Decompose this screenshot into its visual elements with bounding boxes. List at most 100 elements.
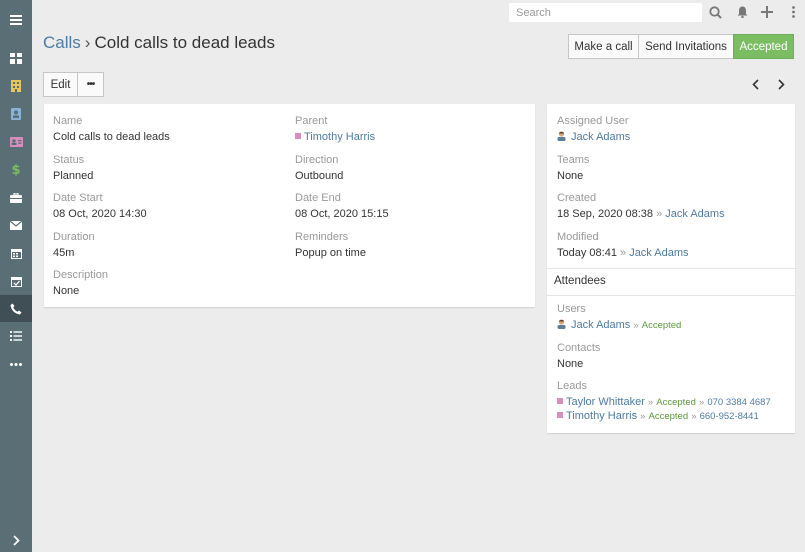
meetings-icon[interactable] bbox=[0, 269, 32, 293]
contacts-icon[interactable] bbox=[0, 102, 32, 126]
assigned-user-label: Assigned User bbox=[557, 115, 629, 127]
date-start-field: Date Start 08 Oct, 2020 14:30 bbox=[53, 192, 147, 221]
user-avatar-icon bbox=[557, 319, 566, 329]
duration-field: Duration 45m bbox=[53, 231, 95, 260]
calls-icon[interactable] bbox=[0, 295, 32, 322]
attendee-user-separator: » bbox=[633, 320, 639, 331]
emails-icon[interactable] bbox=[0, 213, 32, 237]
sidebar: $ bbox=[0, 0, 32, 552]
direction-label: Direction bbox=[295, 154, 339, 166]
teams-field: Teams None bbox=[557, 154, 589, 183]
name-value: Cold calls to dead leads bbox=[53, 131, 170, 143]
date-end-field: Date End 08 Oct, 2020 15:15 bbox=[295, 192, 389, 221]
edit-button[interactable]: Edit bbox=[43, 72, 78, 97]
status-field: Status Planned bbox=[53, 154, 93, 183]
reminders-field: Reminders Popup on time bbox=[295, 231, 366, 260]
modified-date: Today 08:41 bbox=[557, 247, 617, 259]
call-details-panel: Name Cold calls to dead leads Parent Tim… bbox=[44, 104, 535, 307]
tasks-icon[interactable] bbox=[0, 324, 32, 348]
previous-record-icon[interactable] bbox=[746, 75, 764, 93]
lead-separator: » bbox=[691, 411, 697, 422]
reminders-label: Reminders bbox=[295, 231, 349, 243]
contacts-field: Contacts None bbox=[557, 342, 600, 371]
lead-separator: » bbox=[647, 397, 654, 408]
lead-square-icon bbox=[295, 133, 301, 139]
date-end-label: Date End bbox=[295, 192, 341, 204]
attendees-divider bbox=[547, 268, 795, 269]
parent-field: Parent Timothy Harris bbox=[295, 115, 375, 144]
menu-icon[interactable] bbox=[0, 8, 32, 32]
breadcrumb-separator: › bbox=[84, 33, 91, 52]
duration-value: 45m bbox=[53, 247, 75, 259]
lead-link[interactable]: Timothy Harris bbox=[566, 410, 637, 422]
lead-link[interactable]: Taylor Whittaker bbox=[566, 396, 645, 408]
make-call-button[interactable]: Make a call bbox=[568, 34, 639, 59]
more-actions-button[interactable]: ••• bbox=[77, 72, 104, 97]
contacts-value: None bbox=[557, 358, 584, 370]
reminders-value: Popup on time bbox=[295, 247, 366, 259]
calendar-icon[interactable] bbox=[0, 241, 32, 265]
attendee-user-link[interactable]: Jack Adams bbox=[571, 319, 630, 331]
global-search-input[interactable] bbox=[509, 3, 702, 22]
duration-label: Duration bbox=[53, 231, 95, 243]
next-record-icon[interactable] bbox=[772, 75, 790, 93]
lead-separator: » bbox=[698, 397, 705, 408]
description-value: None bbox=[53, 285, 80, 297]
lead-phone-link[interactable]: 660-952-8441 bbox=[700, 411, 759, 422]
lead-square-icon bbox=[557, 398, 563, 404]
breadcrumb-calls-link[interactable]: Calls bbox=[43, 33, 81, 52]
accounts-icon[interactable] bbox=[0, 74, 32, 98]
description-field: Description None bbox=[53, 269, 108, 298]
lead-item: Timothy Harris » Accepted » 660-952-8441 bbox=[557, 410, 771, 423]
status-value: Planned bbox=[53, 170, 94, 182]
opportunities-icon[interactable]: $ bbox=[0, 158, 32, 182]
search-icon[interactable] bbox=[706, 3, 724, 21]
dashboard-icon[interactable] bbox=[0, 46, 32, 70]
created-by-link[interactable]: Jack Adams bbox=[665, 208, 724, 220]
more-icon[interactable] bbox=[0, 352, 32, 376]
lead-status: Accepted bbox=[648, 411, 689, 422]
parent-link[interactable]: Timothy Harris bbox=[304, 131, 375, 143]
user-avatar-icon bbox=[557, 131, 566, 141]
send-invitations-button[interactable]: Send Invitations bbox=[638, 34, 734, 59]
date-end-value: 08 Oct, 2020 15:15 bbox=[295, 208, 389, 220]
cases-icon[interactable] bbox=[0, 186, 32, 210]
bell-icon[interactable] bbox=[733, 3, 751, 21]
leads-field: Leads Taylor Whittaker » Accepted » 070 … bbox=[557, 380, 771, 423]
assigned-user-link[interactable]: Jack Adams bbox=[571, 131, 630, 143]
assigned-user-field: Assigned User Jack Adams bbox=[557, 115, 630, 144]
created-separator: » bbox=[656, 208, 663, 220]
created-label: Created bbox=[557, 192, 597, 204]
created-date: 18 Sep, 2020 08:38 bbox=[557, 208, 654, 220]
lead-separator: » bbox=[640, 411, 646, 422]
leads-label: Leads bbox=[557, 380, 587, 392]
modified-label: Modified bbox=[557, 231, 599, 243]
users-label: Users bbox=[557, 303, 586, 315]
breadcrumb: Calls › Cold calls to dead leads bbox=[43, 33, 275, 53]
name-label: Name bbox=[53, 115, 83, 127]
parent-label: Parent bbox=[295, 115, 328, 127]
teams-value: None bbox=[557, 170, 584, 182]
teams-label: Teams bbox=[557, 154, 590, 166]
created-field: Created 18 Sep, 2020 08:38 » Jack Adams bbox=[557, 192, 725, 221]
users-field: Users Jack Adams » Accepted bbox=[557, 303, 681, 332]
date-start-label: Date Start bbox=[53, 192, 103, 204]
expand-icon[interactable] bbox=[0, 528, 32, 552]
plus-icon[interactable] bbox=[758, 3, 776, 21]
date-start-value: 08 Oct, 2020 14:30 bbox=[53, 208, 147, 220]
lead-item: Taylor Whittaker » Accepted » 070 3384 4… bbox=[557, 396, 771, 409]
accepted-status-button[interactable]: Accepted bbox=[733, 34, 794, 59]
attendees-title: Attendees bbox=[554, 275, 606, 287]
page-title: Cold calls to dead leads bbox=[94, 33, 275, 52]
lead-phone-link[interactable]: 070 3384 4687 bbox=[707, 397, 770, 408]
lead-status: Accepted bbox=[656, 397, 696, 408]
modified-by-link[interactable]: Jack Adams bbox=[629, 247, 688, 259]
leads-icon[interactable] bbox=[0, 130, 32, 154]
side-panel: Assigned User Jack Adams Teams None Crea… bbox=[547, 104, 795, 433]
name-field: Name Cold calls to dead leads bbox=[53, 115, 170, 144]
contacts-label: Contacts bbox=[557, 342, 601, 354]
direction-field: Direction Outbound bbox=[295, 154, 343, 183]
lead-square-icon bbox=[557, 412, 563, 418]
kebab-icon[interactable] bbox=[784, 3, 802, 21]
modified-separator: » bbox=[620, 247, 627, 259]
